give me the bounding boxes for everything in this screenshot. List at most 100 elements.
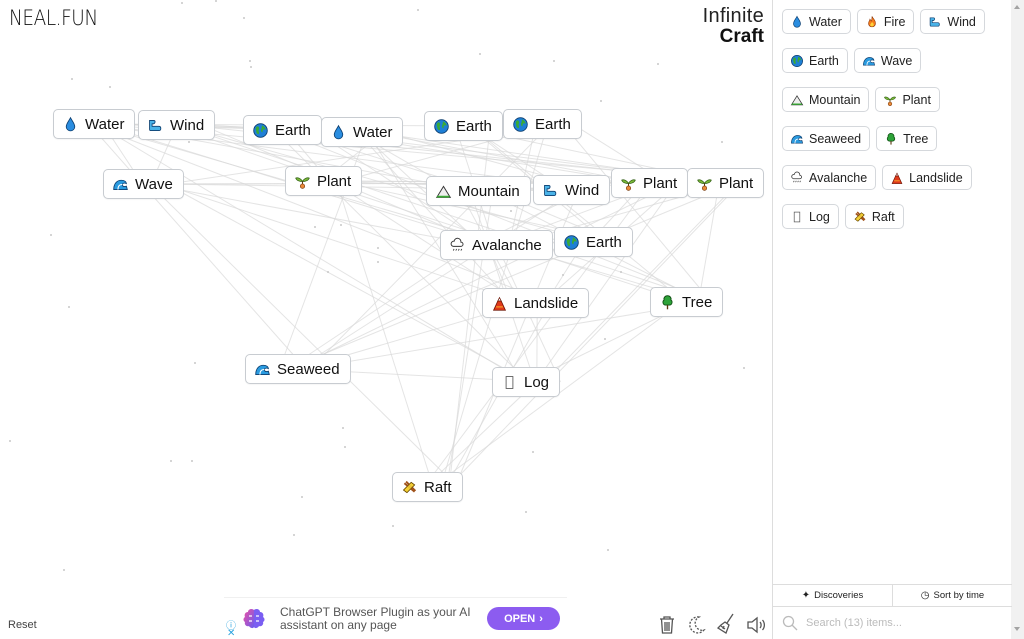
sidebar-item-avalanche[interactable]: Avalanche xyxy=(782,165,877,190)
canvas-node-log[interactable]: Log xyxy=(492,367,561,397)
canvas-node-plant[interactable]: Plant xyxy=(611,168,689,198)
connection-line xyxy=(286,244,474,370)
raft-icon xyxy=(401,479,418,496)
connection-line xyxy=(277,129,712,303)
earth-globe-icon xyxy=(433,118,450,135)
wave-icon xyxy=(790,132,804,146)
discoveries-button[interactable]: ✦ Discoveries xyxy=(773,585,892,606)
canvas-node-earth[interactable]: Earth xyxy=(243,115,322,145)
particle-dot xyxy=(194,362,196,364)
scroll-up-arrow-icon[interactable] xyxy=(1014,5,1020,9)
ad-banner[interactable]: ⓘ ✕ ChatGPT Browser Plugin as your AI as… xyxy=(224,597,567,639)
sidebar-item-earth[interactable]: Earth xyxy=(782,48,848,73)
particle-dot xyxy=(342,427,344,429)
canvas-node-water[interactable]: Water xyxy=(53,109,136,139)
canvas-node-mountain[interactable]: Mountain xyxy=(426,176,531,206)
trash-icon[interactable] xyxy=(656,614,678,636)
canvas-node-wind[interactable]: Wind xyxy=(533,175,611,205)
missing-glyph-icon xyxy=(790,210,804,224)
particle-dot xyxy=(600,100,602,102)
sidebar-item-label: Water xyxy=(809,14,842,29)
node-label: Seaweed xyxy=(277,360,340,378)
sidebar-item-label: Raft xyxy=(871,209,895,224)
sound-icon[interactable] xyxy=(745,614,767,636)
sidebar-tabs: ✦ Discoveries ◷ Sort by time xyxy=(773,584,1012,607)
particle-dot xyxy=(721,141,723,143)
canvas-node-wind[interactable]: Wind xyxy=(138,110,216,140)
sort-by-time-button[interactable]: ◷ Sort by time xyxy=(892,585,1012,606)
particle-dot xyxy=(191,460,193,462)
sidebar-item-mountain[interactable]: Mountain xyxy=(782,87,870,112)
ad-open-label: OPEN xyxy=(504,612,536,625)
sidebar-item-fire[interactable]: Fire xyxy=(856,9,915,34)
search-bar xyxy=(773,607,1012,639)
sidebar-item-label: Plant xyxy=(902,92,931,107)
connection-line xyxy=(165,183,530,383)
search-icon xyxy=(782,615,798,631)
connection-line xyxy=(544,182,739,383)
seedling-icon xyxy=(883,93,897,107)
craft-canvas[interactable]: NEAL.FUN Infinite Craft Water Wind Earth Wa… xyxy=(0,0,772,639)
canvas-node-water[interactable]: Water xyxy=(321,117,404,147)
broom-clear-icon[interactable] xyxy=(715,612,737,634)
volcano-icon xyxy=(890,171,904,185)
sidebar-item-label: Wind xyxy=(947,14,976,29)
particle-dot xyxy=(293,534,295,536)
node-label: Avalanche xyxy=(472,236,542,254)
snow-cloud-icon xyxy=(790,171,804,185)
sidebar-item-wave[interactable]: Wave xyxy=(853,48,922,73)
particle-dot xyxy=(68,306,70,308)
canvas-node-tree[interactable]: Tree xyxy=(650,287,724,317)
sidebar-item-raft[interactable]: Raft xyxy=(844,204,904,229)
sidebar-scrollbar[interactable] xyxy=(1011,0,1024,639)
reset-button[interactable]: Reset xyxy=(8,619,37,631)
dark-mode-moon-icon[interactable] xyxy=(685,614,707,636)
canvas-node-seaweed[interactable]: Seaweed xyxy=(245,354,351,384)
canvas-node-landslide[interactable]: Landslide xyxy=(482,288,590,318)
node-label: Earth xyxy=(535,115,571,133)
sidebar-item-label: Fire xyxy=(883,14,906,29)
node-label: Mountain xyxy=(458,182,520,200)
sidebar-item-log[interactable]: Log xyxy=(782,204,839,229)
canvas-node-earth[interactable]: Earth xyxy=(424,111,503,141)
ad-open-button[interactable]: OPEN › xyxy=(487,607,560,630)
sidebar-item-tree[interactable]: Tree xyxy=(876,126,938,151)
sidebar-item-plant[interactable]: Plant xyxy=(875,87,940,112)
particle-dot xyxy=(377,247,379,249)
particle-dot xyxy=(479,53,481,55)
sidebar-item-seaweed[interactable]: Seaweed xyxy=(782,126,871,151)
canvas-node-earth[interactable]: Earth xyxy=(503,109,582,139)
canvas-node-raft[interactable]: Raft xyxy=(392,472,463,502)
canvas-node-wave[interactable]: Wave xyxy=(103,169,184,199)
neal-fun-logo[interactable]: NEAL.FUN xyxy=(9,6,98,30)
particle-dot xyxy=(250,66,252,68)
fire-icon xyxy=(865,15,879,29)
raft-icon xyxy=(853,210,867,224)
particle-dot xyxy=(243,17,245,19)
mountain-icon xyxy=(790,93,804,107)
particle-dot xyxy=(657,63,659,65)
sidebar-item-wind[interactable]: Wind xyxy=(920,9,985,34)
discoveries-label: Discoveries xyxy=(814,590,864,601)
earth-globe-icon xyxy=(512,116,529,133)
particle-dot xyxy=(392,525,394,527)
earth-globe-icon xyxy=(252,122,269,139)
sidebar-item-water[interactable]: Water xyxy=(782,9,851,34)
canvas-node-avalanche[interactable]: Avalanche xyxy=(440,230,553,260)
search-input[interactable] xyxy=(806,617,996,629)
particle-dot xyxy=(562,274,564,276)
canvas-node-plant[interactable]: Plant xyxy=(687,168,765,198)
mountain-icon xyxy=(435,183,452,200)
particle-dot xyxy=(188,141,190,143)
node-label: Earth xyxy=(275,121,311,139)
scroll-down-arrow-icon[interactable] xyxy=(1014,627,1020,631)
sparkle-icon: ✦ xyxy=(801,590,811,601)
sidebar-item-landslide[interactable]: Landslide xyxy=(882,165,972,190)
water-drop-icon xyxy=(330,124,347,141)
sidebar-item-label: Seaweed xyxy=(809,131,862,146)
canvas-node-plant[interactable]: Plant xyxy=(285,166,363,196)
clock-icon: ◷ xyxy=(920,590,930,601)
ad-close-icon[interactable]: ✕ xyxy=(227,628,235,639)
canvas-node-earth[interactable]: Earth xyxy=(554,227,633,257)
connection-line xyxy=(296,189,577,370)
